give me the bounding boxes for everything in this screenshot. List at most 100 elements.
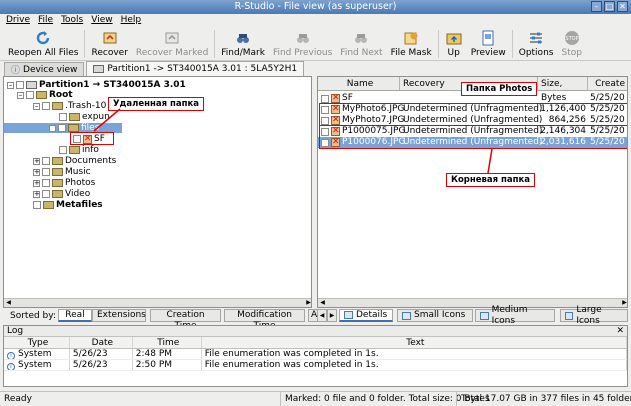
- column-created[interactable]: Create: [588, 77, 627, 90]
- log-column-time[interactable]: Time: [133, 337, 202, 348]
- log-row[interactable]: i System 5/26/23 2:50 PM File enumeration…: [4, 360, 627, 371]
- folder-tree-pane: – Partition1 → ST340015A 3.01 – Root – .…: [3, 76, 312, 308]
- menu-help[interactable]: Help: [121, 14, 142, 27]
- up-button[interactable]: Up: [441, 27, 467, 61]
- folder-icon: [43, 201, 54, 209]
- log-column-text[interactable]: Text: [202, 337, 627, 348]
- folder-icon: [69, 146, 80, 154]
- menu-view[interactable]: View: [91, 14, 112, 27]
- tree-item-info[interactable]: info: [59, 145, 99, 155]
- view-tab-large-icons[interactable]: Large Icons: [560, 305, 628, 326]
- row-checkbox[interactable]: [321, 94, 329, 103]
- tree-checkbox[interactable]: [26, 91, 34, 99]
- maximize-button[interactable]: □: [604, 1, 615, 12]
- info-icon: i: [7, 363, 15, 370]
- tab-scroll-right-icon[interactable]: ▶: [327, 309, 337, 322]
- file-mask-button[interactable]: File Mask: [387, 27, 436, 61]
- toolbar-separator: [511, 30, 513, 58]
- recover-marked-button[interactable]: Recover Marked: [132, 27, 212, 61]
- find-next-icon: [352, 30, 370, 46]
- collapse-icon[interactable]: –: [49, 124, 56, 132]
- sort-tab-creation-time[interactable]: Creation Time: [150, 309, 221, 331]
- tree-item-video[interactable]: + Video: [33, 189, 90, 199]
- tree-horizontal-scrollbar[interactable]: ◀ ▶: [4, 298, 311, 307]
- menu-drive[interactable]: Drive: [6, 14, 30, 27]
- large-icons-view-icon: [565, 311, 574, 320]
- tree-item-photos[interactable]: + Photos: [33, 178, 95, 188]
- preview-icon: [479, 30, 497, 46]
- annotation-arrow: [487, 148, 493, 174]
- drive-icon: [26, 81, 37, 89]
- tree-checkbox[interactable]: [58, 124, 66, 132]
- preview-button[interactable]: Preview: [467, 27, 510, 61]
- status-marked: Marked: 0 file and 0 folder. Total size:…: [280, 392, 490, 406]
- annotation-arrow: [93, 108, 121, 132]
- log-title-bar: Log ✕: [4, 326, 627, 337]
- find-next-button[interactable]: Find Next: [336, 27, 386, 61]
- annotation-root-folder-label: Корневая папка: [446, 173, 536, 187]
- tree-item-music[interactable]: + Music: [33, 167, 91, 177]
- log-column-date[interactable]: Date: [70, 337, 133, 348]
- log-column-type[interactable]: Type: [4, 337, 70, 348]
- window-title-bar: R-Studio - File view (as superuser) – □ …: [0, 0, 631, 14]
- minimize-button[interactable]: –: [591, 1, 602, 12]
- annotation-photos-folder-label: Папка Photos: [461, 82, 538, 96]
- find-previous-button[interactable]: Find Previous: [269, 27, 336, 61]
- expand-icon[interactable]: +: [33, 190, 40, 198]
- tree-checkbox[interactable]: [59, 146, 67, 154]
- scroll-left-icon[interactable]: ◀: [318, 299, 327, 307]
- tree-item-partition[interactable]: – Partition1 → ST340015A 3.01: [7, 80, 186, 90]
- expand-icon[interactable]: +: [33, 168, 40, 176]
- collapse-icon[interactable]: –: [33, 102, 40, 110]
- window-title: R-Studio - File view (as superuser): [234, 1, 397, 12]
- toolbar-separator: [84, 30, 86, 58]
- column-size[interactable]: Size, Bytes: [538, 77, 588, 103]
- tab-scroll-left-icon[interactable]: ◀: [317, 309, 327, 322]
- close-icon[interactable]: ✕: [616, 326, 624, 337]
- column-name[interactable]: Name: [318, 77, 400, 90]
- tree-checkbox[interactable]: [16, 81, 24, 89]
- scroll-left-icon[interactable]: ◀: [4, 299, 13, 307]
- stop-icon: STOP: [563, 30, 581, 46]
- expand-icon[interactable]: +: [33, 157, 40, 165]
- tree-item-documents[interactable]: + Documents: [33, 156, 116, 166]
- close-window-button[interactable]: ✕: [617, 1, 628, 12]
- tree-checkbox[interactable]: [42, 190, 50, 198]
- stop-button[interactable]: STOP Stop: [557, 27, 585, 61]
- collapse-icon[interactable]: –: [17, 91, 24, 99]
- options-button[interactable]: Options: [515, 27, 558, 61]
- toolbar-separator: [437, 30, 439, 58]
- info-icon: ⓘ: [11, 66, 21, 76]
- sort-tab-extensions[interactable]: Extensions: [92, 309, 146, 322]
- tree-item-metafiles[interactable]: Metafiles: [33, 200, 103, 210]
- recover-icon: [101, 30, 119, 46]
- folder-up-icon: [445, 30, 463, 46]
- tree-checkbox[interactable]: [42, 168, 50, 176]
- tree-checkbox[interactable]: [33, 201, 41, 209]
- sort-tab-real[interactable]: Real: [58, 309, 92, 322]
- tree-checkbox[interactable]: [42, 179, 50, 187]
- reopen-all-files-button[interactable]: Reopen All Files: [4, 27, 82, 61]
- toolbar: Reopen All Files Recover Recover Marked …: [0, 27, 631, 61]
- log-row[interactable]: i System 5/26/23 2:48 PM File enumeration…: [4, 349, 627, 360]
- tree-checkbox[interactable]: [42, 157, 50, 165]
- scroll-right-icon[interactable]: ▶: [304, 299, 311, 307]
- binoculars-icon: [234, 30, 252, 46]
- tree-checkbox[interactable]: [59, 113, 67, 121]
- tree-item-root[interactable]: – Root: [17, 90, 73, 100]
- tree-checkbox[interactable]: [42, 102, 50, 110]
- status-bar: Ready Marked: 0 file and 0 folder. Total…: [0, 391, 631, 406]
- view-tab-medium-icons[interactable]: Medium Icons: [475, 305, 555, 326]
- view-tab-small-icons[interactable]: Small Icons: [397, 309, 473, 322]
- tab-partition-file-view[interactable]: Partition1 -> ST340015A 3.01 : 5LA5Y2H1: [86, 61, 305, 76]
- find-mark-button[interactable]: Find/Mark: [217, 27, 269, 61]
- menu-tools[interactable]: Tools: [61, 14, 83, 27]
- view-tab-strip: ⓘ Device view Partition1 -> ST340015A 3.…: [0, 61, 631, 76]
- menu-file[interactable]: File: [38, 14, 53, 27]
- tab-device-view[interactable]: ⓘ Device view: [4, 62, 85, 76]
- collapse-icon[interactable]: –: [7, 81, 14, 89]
- recover-button[interactable]: Recover: [87, 27, 131, 61]
- view-tab-details[interactable]: Details: [339, 309, 393, 322]
- sort-tab-modification-time[interactable]: Modification Time: [224, 309, 305, 331]
- expand-icon[interactable]: +: [33, 179, 40, 187]
